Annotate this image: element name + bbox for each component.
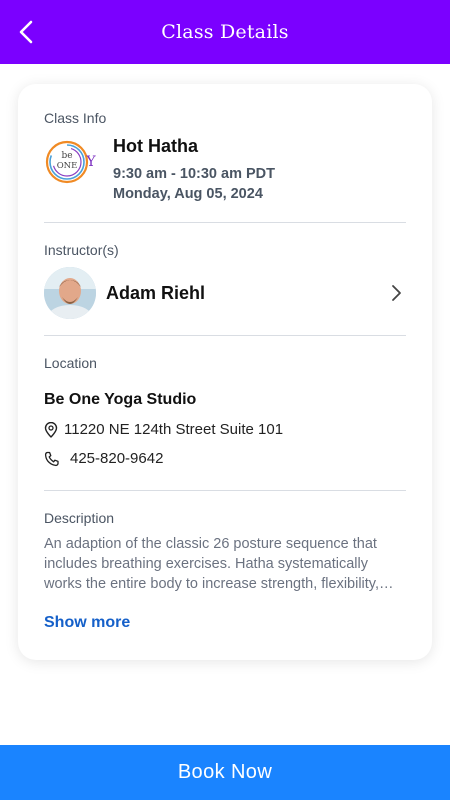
class-info-label: Class Info [44, 110, 107, 126]
instructor-name: Adam Riehl [106, 282, 206, 303]
address-text: 11220 NE 124th Street Suite 101 [64, 421, 284, 438]
address-line[interactable]: 11220 NE 124th Street Suite 101 [44, 421, 406, 438]
description-text: An adaption of the classic 26 posture se… [44, 536, 380, 592]
location-label: Location [44, 355, 97, 371]
class-details-card: Class Info be ONE Y Hot Hatha 9:30 am - … [18, 84, 432, 660]
studio-name: Be One Yoga Studio [44, 391, 197, 408]
instructors-label: Instructor(s) [44, 242, 119, 258]
instructor-section: Instructor(s) Adam Riehl [44, 242, 406, 320]
studio-logo: be ONE Y [45, 140, 96, 184]
chevron-right-icon [392, 285, 401, 301]
class-info-section: Class Info be ONE Y Hot Hatha 9:30 am - … [44, 110, 406, 202]
chevron-left-icon [19, 20, 33, 44]
divider [44, 222, 406, 223]
location-section: Location Be One Yoga Studio 11220 NE 124… [44, 355, 406, 467]
divider [44, 335, 406, 336]
logo-letter: Y [85, 154, 96, 170]
show-more-link[interactable]: Show more [44, 614, 130, 632]
phone-icon [44, 451, 59, 466]
avatar [44, 267, 96, 319]
book-now-button[interactable]: Book Now [0, 745, 450, 800]
class-name: Hot Hatha [113, 136, 198, 156]
class-date: Monday, Aug 05, 2024 [113, 186, 263, 202]
class-info-row: be ONE Y Hot Hatha 9:30 am - 10:30 am PD… [44, 136, 406, 202]
map-pin-icon [44, 421, 58, 438]
page-title: Class Details [161, 21, 289, 43]
instructor-row[interactable]: Adam Riehl [44, 266, 406, 320]
description-label: Description [44, 510, 115, 526]
phone-text: 425-820-9642 [70, 450, 164, 467]
divider [44, 490, 406, 491]
logo-text-bottom: ONE [57, 161, 78, 171]
back-button[interactable] [10, 16, 42, 48]
class-text: Hot Hatha 9:30 am - 10:30 am PDT Monday,… [113, 136, 275, 202]
class-time: 9:30 am - 10:30 am PDT [113, 166, 275, 182]
description-section: Description An adaption of the classic 2… [44, 510, 406, 632]
logo-text-top: be [61, 151, 72, 161]
app-header: Class Details [0, 0, 450, 64]
phone-line[interactable]: 425-820-9642 [44, 450, 406, 467]
